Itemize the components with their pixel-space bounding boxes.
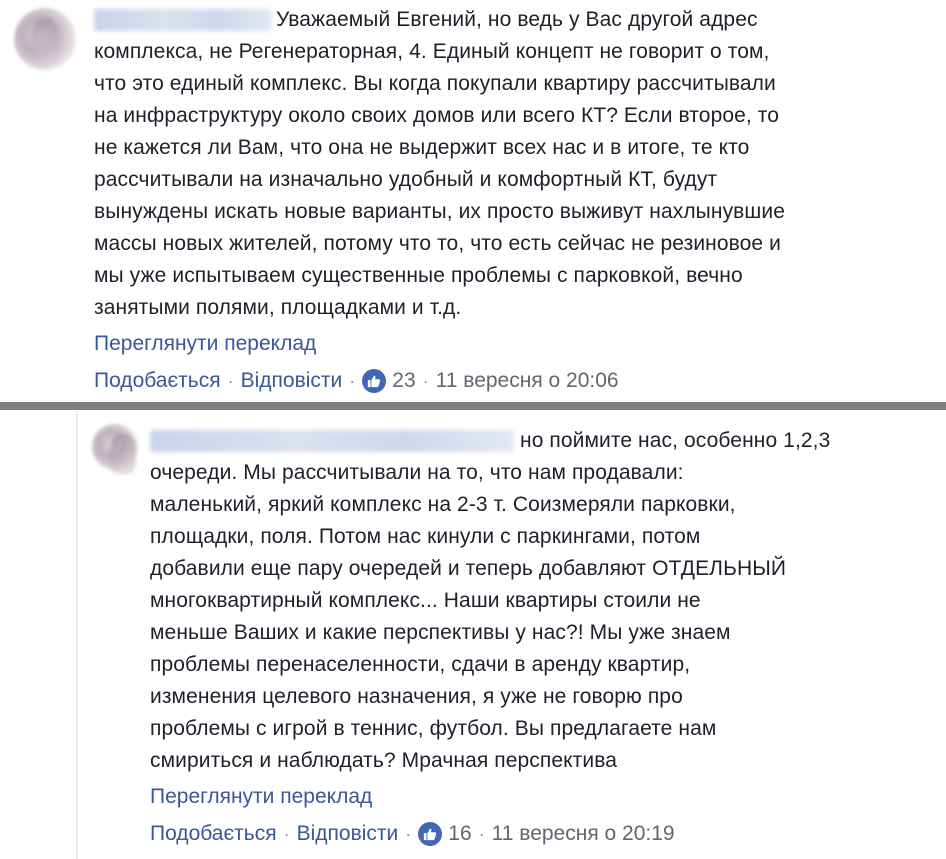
author-names-blurred[interactable] <box>150 430 514 453</box>
like-button[interactable]: Подобається <box>150 818 277 850</box>
comment-text: Уважаемый Евгений, но ведь у Вас другой … <box>94 8 785 319</box>
separator-dot: · <box>422 371 429 391</box>
like-button[interactable]: Подобається <box>94 365 221 397</box>
comment-text: очереди. Мы рассчитывали на то, что нам … <box>150 461 787 772</box>
like-count[interactable]: 16 <box>448 818 471 850</box>
comment-first-line: но поймите нас, особенно 1,2,3 <box>520 429 831 452</box>
see-translation-link[interactable]: Переглянути переклад <box>94 328 934 360</box>
thumbs-up-icon[interactable] <box>418 822 443 846</box>
author-name-blurred[interactable] <box>94 9 272 32</box>
timestamp[interactable]: 11 вересня о 20:19 <box>492 818 675 850</box>
thumbs-up-icon[interactable] <box>362 369 387 393</box>
reply-avatar[interactable] <box>92 424 138 474</box>
timestamp[interactable]: 11 вересня о 20:06 <box>436 365 619 397</box>
divider <box>0 402 946 410</box>
see-translation-link[interactable]: Переглянути переклад <box>150 781 940 813</box>
comment-actions: Подобається · Відповісти · 16 · 11 верес… <box>150 818 940 850</box>
like-count[interactable]: 23 <box>392 365 415 397</box>
separator-dot: · <box>478 824 485 844</box>
comment-actions: Подобається · Відповісти · 23 · 11 верес… <box>94 365 934 397</box>
separator-dot: · <box>349 371 356 391</box>
comment-1: Уважаемый Евгений, но ведь у Вас другой … <box>94 4 934 397</box>
separator-dot: · <box>283 824 290 844</box>
reply-button[interactable]: Відповісти <box>241 365 343 397</box>
comment-2: но поймите нас, особенно 1,2,3 очереди. … <box>150 425 940 850</box>
separator-dot: · <box>227 371 234 391</box>
separator-dot: · <box>405 824 412 844</box>
commenter-avatar[interactable] <box>14 8 76 70</box>
reply-button[interactable]: Відповісти <box>297 818 399 850</box>
reply-thread-line <box>76 410 78 859</box>
